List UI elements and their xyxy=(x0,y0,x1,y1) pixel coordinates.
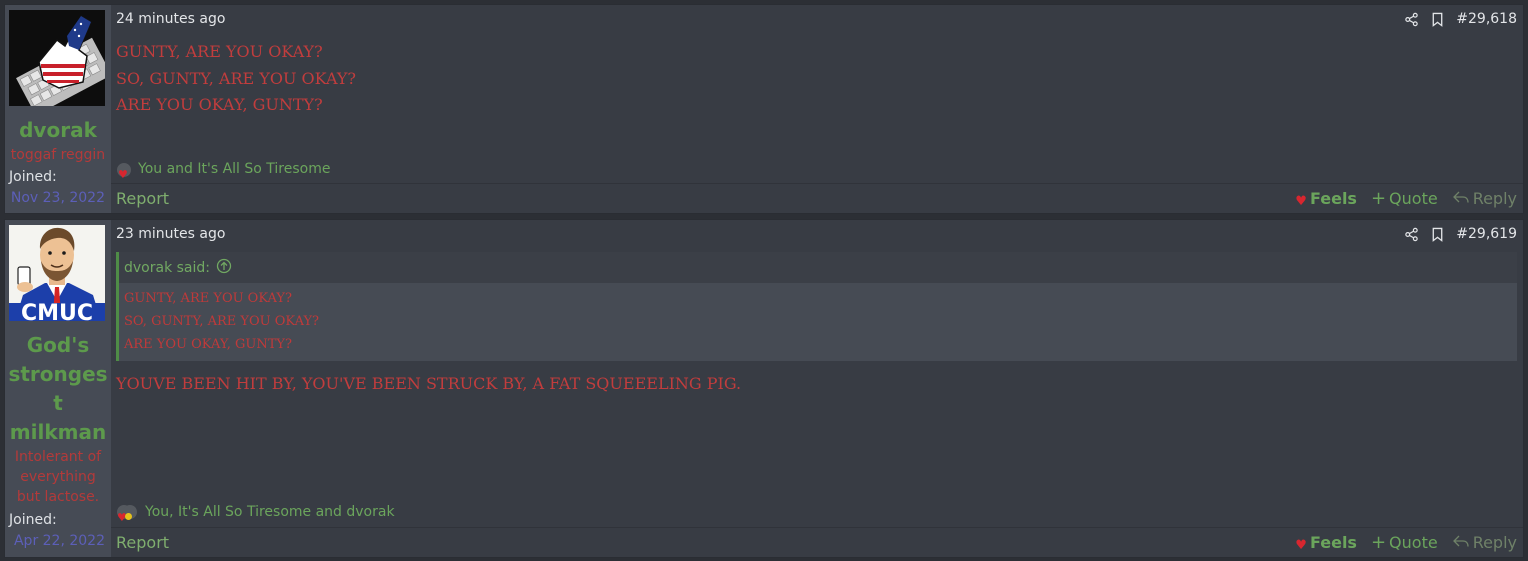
bookmark-icon[interactable] xyxy=(1431,12,1444,27)
username[interactable]: God's stronges t milkman xyxy=(5,331,111,447)
post-tools: #29,618 xyxy=(1404,11,1517,27)
post-line: SO, GUNTY, ARE YOU OKAY? xyxy=(116,68,357,88)
joined-date: Apr 22, 2022 xyxy=(13,533,105,549)
post-footer: Report ♥ Feels + Quote Reply xyxy=(111,183,1523,213)
heart-icon: ♥ xyxy=(116,160,133,181)
post-time[interactable]: 24 minutes ago xyxy=(116,11,225,27)
post-footer: Report ♥ Feels + Quote Reply xyxy=(111,527,1523,557)
share-icon[interactable] xyxy=(1404,12,1419,27)
user-info: dvorak toggaf reggin Joined: Nov 23, 202… xyxy=(5,5,111,213)
quote-header[interactable]: dvorak said: xyxy=(119,252,1517,283)
post: dvorak toggaf reggin Joined: Nov 23, 202… xyxy=(4,4,1524,214)
quote-body: GUNTY, ARE YOU OKAY? SO, GUNTY, ARE YOU … xyxy=(119,283,1517,361)
post-tools: #29,619 xyxy=(1404,226,1517,242)
user-title: Intolerant of everything but lactose. xyxy=(14,449,102,505)
user-info: CMUC God's stronges t milkman Intolerant… xyxy=(5,220,111,557)
post-number[interactable]: #29,618 xyxy=(1456,11,1517,27)
username[interactable]: dvorak xyxy=(5,116,111,145)
reply-button[interactable]: Reply xyxy=(1452,189,1517,208)
joined-label: Joined: xyxy=(9,169,57,185)
post-actions: ♥ Feels + Quote Reply xyxy=(1295,189,1517,209)
report-link[interactable]: Report xyxy=(116,533,169,552)
post-actions: ♥ Feels + Quote Reply xyxy=(1295,533,1517,553)
quote-line: SO, GUNTY, ARE YOU OKAY? xyxy=(124,314,320,329)
quote-author[interactable]: dvorak said: xyxy=(124,260,210,276)
reply-icon xyxy=(1452,189,1470,208)
share-icon[interactable] xyxy=(1404,227,1419,242)
post-number[interactable]: #29,619 xyxy=(1456,226,1517,242)
heart-icon: ♥ xyxy=(1295,194,1307,209)
heart-icon: ♥ xyxy=(1295,538,1307,553)
post-body: GUNTY, ARE YOU OKAY? SO, GUNTY, ARE YOU … xyxy=(116,39,356,119)
quote-button[interactable]: + Quote xyxy=(1371,533,1438,552)
avatar[interactable]: CMUC xyxy=(9,225,105,321)
post-main: 24 minutes ago #29,618 GUNTY, ARE YOU OK… xyxy=(111,5,1523,213)
reply-button[interactable]: Reply xyxy=(1452,533,1517,552)
post-body: YOUVE BEEN HIT BY, YOU'VE BEEN STRUCK BY… xyxy=(116,371,741,398)
plus-icon: + xyxy=(1370,187,1387,209)
post-main: 23 minutes ago #29,619 dvorak said: GUNT… xyxy=(111,220,1523,557)
bookmark-icon[interactable] xyxy=(1431,227,1444,242)
reactions-text[interactable]: You and It's All So Tiresome xyxy=(138,161,330,177)
reactions-bar[interactable]: ♥ You and It's All So Tiresome xyxy=(116,160,330,181)
quote-block: dvorak said: GUNTY, ARE YOU OKAY? SO, GU… xyxy=(116,252,1517,361)
report-link[interactable]: Report xyxy=(116,189,169,208)
post-time[interactable]: 23 minutes ago xyxy=(116,226,225,242)
quote-button[interactable]: + Quote xyxy=(1371,189,1438,208)
feels-button[interactable]: ♥ Feels xyxy=(1295,533,1357,553)
post-line: ARE YOU OKAY, GUNTY? xyxy=(116,95,323,114)
svg-text:CMUC: CMUC xyxy=(21,301,93,321)
post-line: YOUVE BEEN HIT BY, YOU'VE BEEN STRUCK BY… xyxy=(116,374,742,393)
reactions-bar[interactable]: ♥ You, It's All So Tiresome and dvorak xyxy=(116,503,395,524)
quote-line: GUNTY, ARE YOU OKAY? xyxy=(124,291,292,306)
arrow-up-circle-icon[interactable] xyxy=(216,258,232,278)
heart-icon: ♥ xyxy=(116,503,140,524)
joined-label: Joined: xyxy=(9,512,57,528)
user-title: toggaf reggin xyxy=(10,147,106,163)
feels-button[interactable]: ♥ Feels xyxy=(1295,189,1357,209)
avatar[interactable] xyxy=(9,10,105,106)
reply-icon xyxy=(1452,533,1470,552)
reactions-text[interactable]: You, It's All So Tiresome and dvorak xyxy=(145,504,395,520)
joined-date: Nov 23, 2022 xyxy=(10,190,105,206)
plus-icon: + xyxy=(1370,531,1387,553)
post-line: GUNTY, ARE YOU OKAY? xyxy=(116,42,323,61)
post: CMUC God's stronges t milkman Intolerant… xyxy=(4,219,1524,558)
quote-line: ARE YOU OKAY, GUNTY? xyxy=(124,337,292,352)
